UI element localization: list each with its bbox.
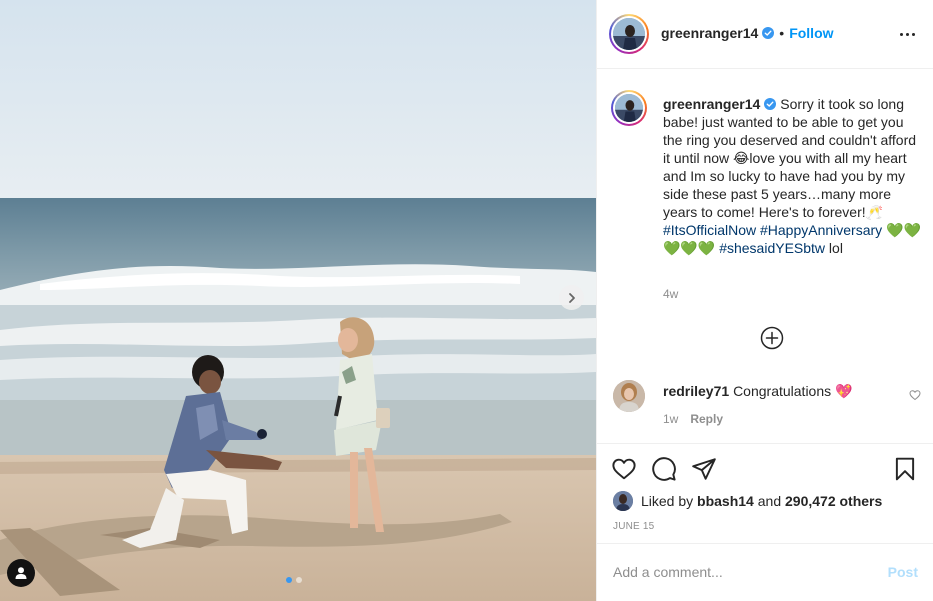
load-more-comments-icon[interactable]: [760, 326, 784, 350]
chevron-right-icon: [568, 292, 575, 303]
share-send-icon[interactable]: [691, 456, 717, 482]
hashtag-she-said-yes[interactable]: #shesaidYESbtw: [719, 240, 825, 256]
post-header: greenranger14 • Follow: [597, 0, 933, 69]
liked-by-prefix: Liked by: [641, 493, 694, 509]
post-details-panel: greenranger14 • Follow greenranger14 Sor…: [596, 0, 933, 601]
caption-username[interactable]: greenranger14: [663, 96, 760, 112]
carousel-dot: [286, 577, 292, 583]
author-avatar[interactable]: [609, 14, 649, 54]
post-comment-button[interactable]: Post: [888, 564, 918, 580]
caption-text: greenranger14 Sorry it took so long babe…: [663, 95, 921, 257]
laughing-emoji: 😂: [733, 150, 750, 166]
post-date[interactable]: JUNE 15: [613, 521, 654, 532]
post-photo[interactable]: [0, 0, 596, 601]
like-comment-heart-icon[interactable]: [909, 389, 921, 401]
comments-section[interactable]: greenranger14 Sorry it took so long babe…: [597, 70, 933, 442]
comment-bubble-icon[interactable]: [651, 456, 677, 482]
like-heart-icon[interactable]: [611, 456, 637, 482]
add-comment-input[interactable]: [613, 562, 863, 582]
next-slide-button[interactable]: [559, 285, 584, 310]
author-username[interactable]: greenranger14: [661, 25, 758, 41]
caption-time-ago[interactable]: 4w: [663, 287, 678, 301]
cheers-emoji: 🥂: [865, 204, 884, 220]
carousel-indicator: [286, 577, 302, 583]
other-likes-count[interactable]: 290,472 others: [785, 493, 882, 509]
post-actions: Liked by bbash14 and 290,472 others JUNE…: [597, 443, 933, 543]
caption-avatar[interactable]: [611, 90, 647, 126]
sparkling-heart-emoji: 💖: [835, 383, 853, 399]
comment-meta: 1w Reply: [663, 412, 723, 426]
header-user-row: greenranger14 • Follow: [661, 25, 834, 41]
verified-badge-icon: [764, 98, 777, 110]
more-options-icon[interactable]: [896, 24, 918, 44]
liker-avatar[interactable]: [613, 491, 633, 511]
first-liker-username[interactable]: bbash14: [697, 493, 754, 509]
user-icon: [15, 567, 27, 579]
likes-summary: Liked by bbash14 and 290,472 others: [613, 491, 882, 511]
comment-time-ago[interactable]: 1w: [663, 412, 678, 426]
instagram-post: greenranger14 • Follow greenranger14 Sor…: [0, 0, 933, 601]
beach-proposal-photo: [0, 0, 596, 601]
separator-dot: •: [779, 25, 785, 41]
add-comment-bar: Post: [597, 543, 933, 601]
caption-tail: lol: [825, 240, 843, 256]
comment-text-row: redriley71 Congratulations 💖: [663, 382, 852, 400]
liked-by-and: and: [757, 493, 782, 509]
hashtag-its-official-now[interactable]: #ItsOfficialNow: [663, 222, 756, 238]
comment-item: redriley71 Congratulations 💖 1w Reply: [609, 380, 927, 440]
follow-button[interactable]: Follow: [789, 25, 833, 41]
commenter-username[interactable]: redriley71: [663, 383, 729, 399]
verified-badge-icon: [762, 27, 775, 39]
hashtag-happy-anniversary[interactable]: #HappyAnniversary: [760, 222, 882, 238]
save-bookmark-icon[interactable]: [892, 456, 918, 482]
reply-button[interactable]: Reply: [690, 412, 723, 426]
comment-text: Congratulations: [733, 383, 832, 399]
commenter-avatar[interactable]: [613, 380, 645, 412]
carousel-dot: [296, 577, 302, 583]
tagged-users-button[interactable]: [7, 559, 35, 587]
